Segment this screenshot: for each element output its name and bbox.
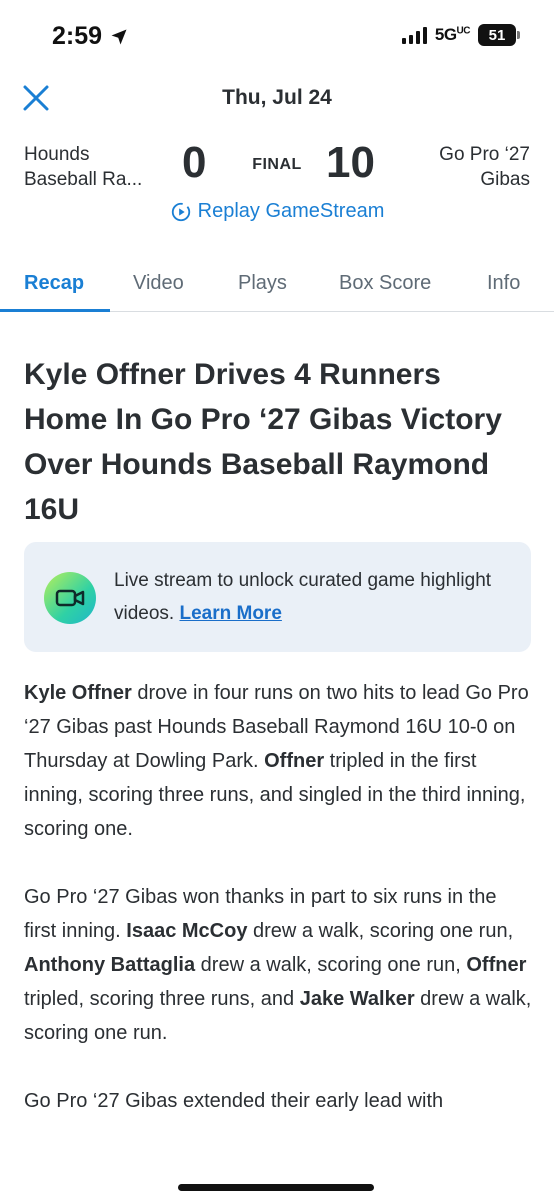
player-name: Jake Walker <box>299 988 415 1010</box>
article-paragraph: Go Pro ‘27 Gibas extended their early le… <box>24 1090 444 1112</box>
livestream-promo-card: Live stream to unlock curated game highl… <box>24 542 531 652</box>
battery-icon: 51 <box>478 24 520 46</box>
network-type: 5GUC <box>434 25 471 44</box>
tab-video[interactable]: Video <box>133 272 184 295</box>
game-header: Thu, Jul 24 <box>0 76 554 126</box>
article-paragraph: Kyle Offner drove in four runs on two hi… <box>24 682 529 840</box>
away-team-line2: Gibas <box>480 169 530 190</box>
promo-text: Live stream to unlock curated game highl… <box>114 564 514 630</box>
status-time: 2:59 <box>52 22 128 51</box>
active-tab-indicator <box>0 309 110 312</box>
game-date: Thu, Jul 24 <box>222 86 332 109</box>
battery-level: 51 <box>488 26 506 44</box>
player-name: Offner <box>466 954 527 976</box>
replay-gamestream-button[interactable]: Replay GameStream <box>0 200 554 223</box>
player-name: Isaac McCoy <box>126 920 248 942</box>
scoreboard: Hounds Baseball Ra... 0 FINAL 10 Go Pro … <box>0 138 554 198</box>
away-team-name[interactable]: Go Pro ‘27 Gibas <box>439 142 530 192</box>
status-bar: 2:59 5GUC 51 <box>0 0 554 72</box>
promo-message: Live stream to unlock curated game highl… <box>114 570 492 624</box>
tab-plays[interactable]: Plays <box>238 272 287 295</box>
replay-icon <box>171 202 190 221</box>
location-arrow-icon <box>111 29 127 44</box>
away-team-line1: Go Pro ‘27 <box>439 144 530 165</box>
player-name: Kyle Offner <box>24 682 132 704</box>
tab-recap[interactable]: Recap <box>24 272 84 295</box>
status-indicators: 5GUC 51 <box>401 24 520 46</box>
video-camera-icon <box>44 572 96 624</box>
learn-more-link[interactable]: Learn More <box>179 603 281 624</box>
player-name: Anthony Battaglia <box>24 954 196 976</box>
tab-info[interactable]: Info <box>487 272 520 295</box>
away-score: 10 <box>326 138 375 187</box>
tab-bar: Recap Video Plays Box Score Info <box>0 258 554 312</box>
replay-label: Replay GameStream <box>197 200 385 222</box>
cellular-signal-icon <box>401 26 427 44</box>
home-indicator[interactable] <box>178 1184 374 1191</box>
player-name: Offner <box>264 750 325 772</box>
recap-headline: Kyle Offner Drives 4 Runners Home In Go … <box>24 358 502 526</box>
article-paragraph: Go Pro ‘27 Gibas won thanks in part to s… <box>24 886 532 1044</box>
tab-box-score[interactable]: Box Score <box>339 272 431 295</box>
clock: 2:59 <box>52 22 103 50</box>
recap-article: Kyle Offner drove in four runs on two hi… <box>24 676 534 1152</box>
